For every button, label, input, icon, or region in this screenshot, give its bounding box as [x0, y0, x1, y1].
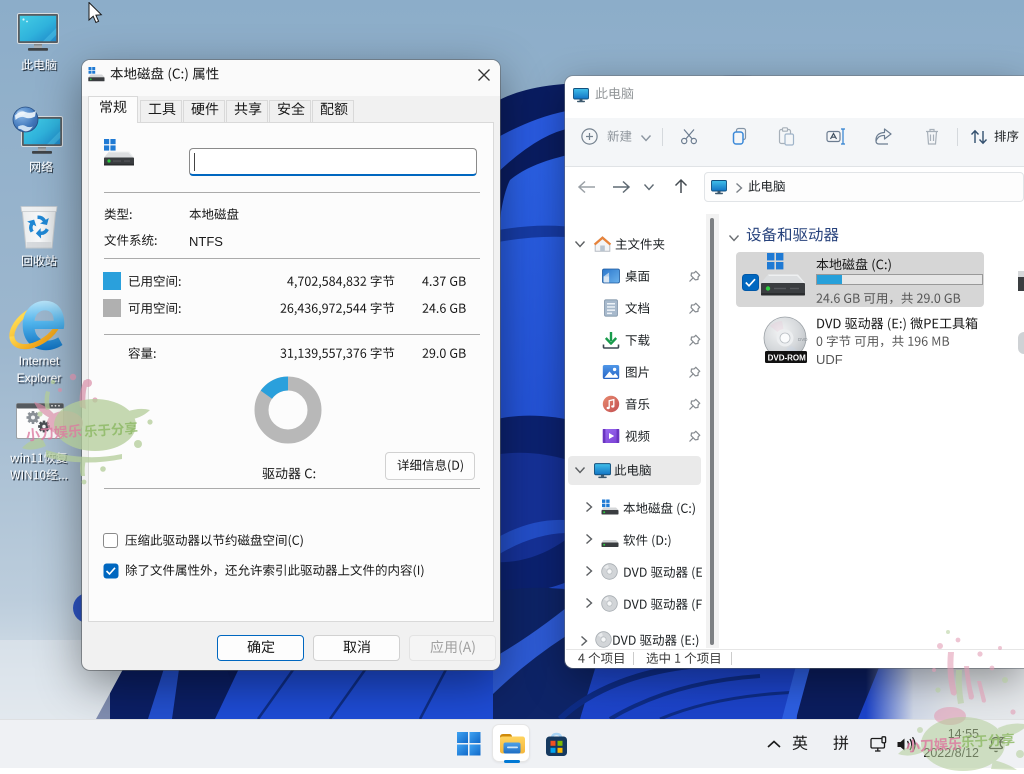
svg-text:DVD-ROM: DVD-ROM [768, 353, 807, 362]
svg-text:DVD: DVD [798, 337, 808, 342]
